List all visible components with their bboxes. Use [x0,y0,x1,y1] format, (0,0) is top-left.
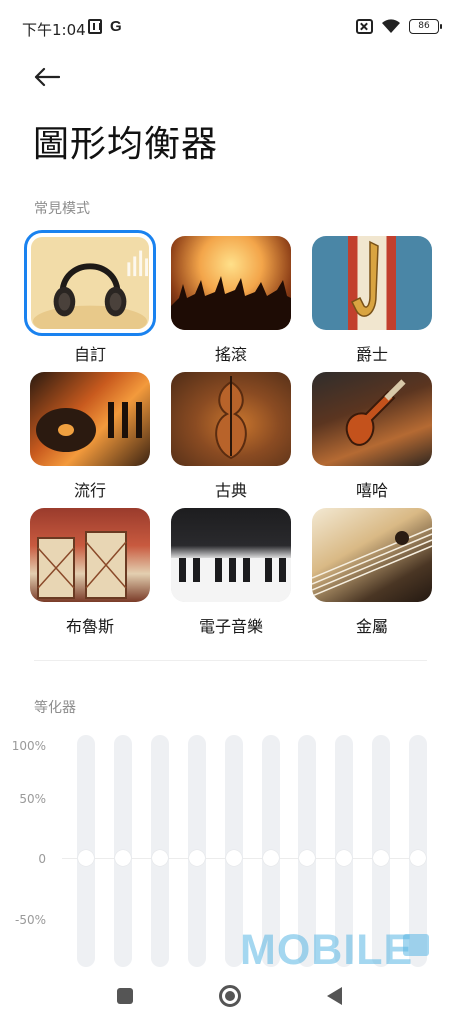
preset-thumbnail [312,372,432,466]
preset-blues[interactable]: 布魯斯 [24,502,152,636]
section-divider [34,660,427,661]
status-left-icons: G [88,18,122,35]
eq-band-slider[interactable] [77,735,95,967]
preset-classical[interactable]: 古典 [165,366,293,500]
preset-label: 自訂 [73,345,106,364]
nav-back-button[interactable] [327,987,342,1005]
preset-jazz[interactable]: 爵士 [306,230,434,364]
guitar-strings-image [312,508,432,602]
speech-bubble-icon [403,934,429,956]
drums-image [30,508,150,602]
saxophone-image [312,236,432,330]
eq-band-slider[interactable] [113,735,132,967]
turntable-icon [36,402,142,452]
presets-section-title: 常見模式 [34,201,90,217]
preset-label: 古典 [214,481,247,500]
preset-thumbnail [30,508,150,602]
eq-band-knob[interactable] [225,850,242,866]
eq-band-knob[interactable] [262,850,279,866]
wifi-icon [382,19,400,33]
guitar-strings-icon [312,527,432,597]
eq-band-knob[interactable] [151,850,168,866]
crowd-silhouette [171,276,291,330]
eq-band-knob[interactable] [114,850,131,866]
status-right-icons: 86 [356,18,442,34]
guitar-image [312,372,432,466]
preset-thumbnail [24,230,156,336]
eq-band-knob[interactable] [78,850,94,866]
preset-thumbnail [312,236,432,330]
eq-band-knob[interactable] [188,850,205,866]
preset-pop[interactable]: 流行 [24,366,152,500]
keyboard-image [171,508,291,602]
preset-rock[interactable]: 搖滾 [165,230,293,364]
drums-icon [37,531,127,599]
preset-electronic[interactable]: 電子音樂 [165,502,293,636]
nfc-icon [88,19,102,34]
violin-icon [215,376,247,460]
headphones-image [31,237,149,329]
arrow-left-icon [34,67,60,87]
battery-icon: 86 [409,18,442,34]
preset-thumbnail [312,508,432,602]
scale-label-0: 0 [38,852,46,866]
google-icon: G [110,18,122,35]
equalizer-section-title: 等化器 [34,700,76,716]
concert-image [171,236,291,330]
eq-band-knob[interactable] [410,850,427,866]
electric-guitar-icon [345,379,406,446]
preset-label: 搖滾 [214,345,247,364]
preset-thumbnail [171,372,291,466]
preset-label: 爵士 [355,345,388,364]
preset-label: 金屬 [355,617,388,636]
preset-thumbnail [171,508,291,602]
preset-metal[interactable]: 金屬 [306,502,434,636]
dj-turntable-image [30,372,150,466]
scale-label-50: 50% [19,792,46,806]
eq-band-knob[interactable] [299,850,316,866]
preset-label: 流行 [73,481,106,500]
preset-label: 布魯斯 [65,617,114,636]
navigation-bar [0,968,461,1024]
preset-hiphop[interactable]: 嘻哈 [306,366,434,500]
back-button[interactable] [30,60,64,94]
status-time: 下午1:04 [22,21,86,39]
violin-image [171,372,291,466]
preset-thumbnail [171,236,291,330]
status-bar: 下午1:04 G 86 [0,0,461,54]
headphones-icon [32,250,149,329]
page-title: 圖形均衡器 [33,124,219,165]
preset-label: 嘻哈 [355,481,388,500]
eq-band-knob[interactable] [373,850,390,866]
piano-keys-icon [171,558,291,602]
preset-label: 電子音樂 [198,617,263,636]
scale-label-100: 100% [11,739,46,753]
preset-custom[interactable]: 自訂 [24,230,156,364]
home-button[interactable] [219,985,241,1007]
no-sim-icon [356,18,373,34]
preset-thumbnail [30,372,150,466]
scale-label-minus-50: -50% [14,913,46,927]
saxophone-icon [350,240,379,317]
eq-band-knob[interactable] [336,850,353,866]
recents-button[interactable] [117,988,133,1004]
eq-band-slider[interactable] [150,735,169,967]
eq-band-slider[interactable] [187,735,206,967]
